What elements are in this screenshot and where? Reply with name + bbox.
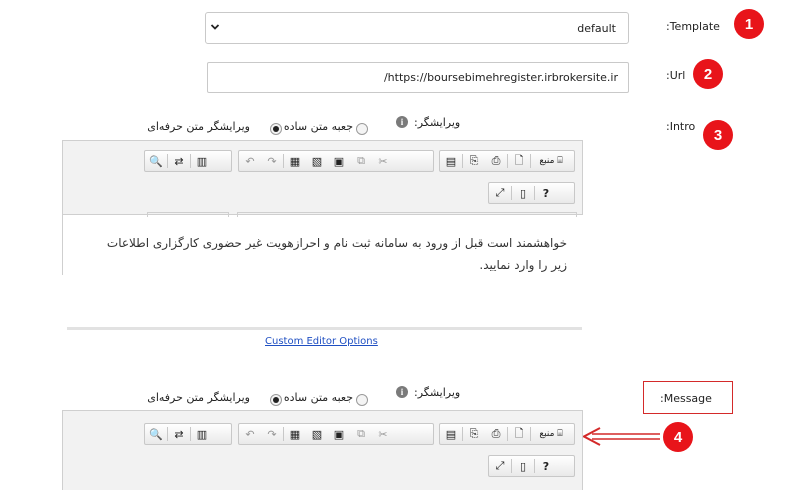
toolbar-group-clipboard: ↶ ↷ ▦ ▧ ▣ ⧉ ✂ — [238, 150, 434, 172]
intro-radio-plain-label: جعبه متن ساده — [283, 120, 353, 133]
intro-editor-bottom-border — [67, 327, 582, 330]
intro-editor-type: i ویرایشگر: جعبه متن ساده ویرایشگر متن ح… — [140, 116, 470, 135]
badge-3: 3 — [703, 120, 733, 150]
templates-icon[interactable]: ▤ — [440, 151, 462, 171]
undo-icon[interactable]: ↶ — [239, 151, 261, 171]
help-label: ? — [542, 186, 550, 200]
preview-icon[interactable]: ⎘ — [463, 424, 485, 444]
badge-2: 2 — [693, 59, 723, 89]
url-label: :Url — [666, 69, 686, 82]
message-radio-plain[interactable] — [356, 394, 368, 406]
redo-icon[interactable]: ↷ — [261, 424, 283, 444]
new-page-icon[interactable]: 🗋 — [508, 151, 530, 171]
find-icon[interactable]: 🔍 — [145, 151, 167, 171]
intro-radio-rich[interactable] — [270, 123, 283, 135]
cut-icon[interactable]: ✂ — [372, 151, 394, 171]
template-select-value: default — [577, 22, 616, 35]
intro-editor-left-border — [62, 215, 63, 275]
paste-word-icon[interactable]: ▦ — [284, 151, 306, 171]
intro-editor-type-label: ویرایشگر: — [414, 116, 461, 129]
custom-editor-options-link[interactable]: Custom Editor Options — [265, 336, 378, 347]
chevron-down-icon — [210, 24, 220, 30]
preview-icon[interactable]: ⎘ — [463, 151, 485, 171]
source-button-label: منبع — [539, 156, 555, 166]
cut-icon[interactable]: ✂ — [372, 424, 394, 444]
intro-radio-rich-label: ویرایشگر متن حرفه‌ای — [147, 120, 250, 133]
find-icon[interactable]: 🔍 — [145, 424, 167, 444]
paste-word-icon[interactable]: ▦ — [284, 424, 306, 444]
help-icon[interactable]: ? — [535, 183, 557, 203]
template-label: :Template — [666, 20, 720, 33]
toolbar-group-document: ▤ ⎘ ⎙ 🗋 منبع ⌸ — [439, 423, 575, 445]
intro-toolbar: ▤ ⎘ ⎙ 🗋 منبع ⌸ ↶ ↷ ▦ ▧ ▣ ⧉ ✂ 🔍 ⇄ ▥ ⤢ ▯ ? — [62, 140, 583, 215]
toolbar-group-find: 🔍 ⇄ ▥ — [144, 423, 232, 445]
url-input[interactable]: /https://boursebimehregister.irbrokersit… — [207, 62, 629, 93]
paste-text-icon[interactable]: ▧ — [306, 151, 328, 171]
toolbar-group-tools: ⤢ ▯ ? — [488, 182, 575, 204]
message-radio-rich[interactable] — [270, 394, 283, 406]
show-blocks-icon[interactable]: ▯ — [512, 183, 534, 203]
source-button[interactable]: منبع ⌸ — [531, 151, 571, 171]
info-icon: i — [396, 386, 408, 398]
print-icon[interactable]: ⎙ — [485, 424, 507, 444]
select-all-icon[interactable]: ▥ — [191, 151, 213, 171]
toolbar-group-document: ▤ ⎘ ⎙ 🗋 منبع ⌸ — [439, 150, 575, 172]
intro-content-area[interactable]: خواهشمند است قبل از ورود به سامانه ثبت ن… — [67, 212, 583, 277]
message-radio-plain-label: جعبه متن ساده — [283, 391, 353, 404]
badge-1: 1 — [734, 9, 764, 39]
arrow-left-icon — [582, 427, 660, 446]
select-all-icon[interactable]: ▥ — [191, 424, 213, 444]
new-page-icon[interactable]: 🗋 — [508, 424, 530, 444]
help-label: ? — [542, 459, 550, 473]
toolbar-group-clipboard: ↶ ↷ ▦ ▧ ▣ ⧉ ✂ — [238, 423, 434, 445]
badge-4: 4 — [663, 422, 693, 452]
toolbar-group-find: 🔍 ⇄ ▥ — [144, 150, 232, 172]
help-icon[interactable]: ? — [535, 456, 557, 476]
paste-icon[interactable]: ▣ — [328, 424, 350, 444]
paste-icon[interactable]: ▣ — [328, 151, 350, 171]
intro-label: :Intro — [666, 120, 696, 133]
style-dropdown-1[interactable] — [147, 212, 229, 217]
undo-icon[interactable]: ↶ — [239, 424, 261, 444]
show-blocks-icon[interactable]: ▯ — [512, 456, 534, 476]
info-icon: i — [396, 116, 408, 128]
maximize-icon[interactable]: ⤢ — [489, 183, 511, 203]
intro-radio-plain[interactable] — [356, 123, 368, 135]
message-toolbar: ▤ ⎘ ⎙ 🗋 منبع ⌸ ↶ ↷ ▦ ▧ ▣ ⧉ ✂ 🔍 ⇄ ▥ ⤢ ▯ ? — [62, 410, 583, 490]
copy-icon[interactable]: ⧉ — [350, 424, 372, 444]
template-select[interactable]: default — [205, 12, 629, 44]
message-radio-rich-label: ویرایشگر متن حرفه‌ای — [147, 391, 250, 404]
style-dropdown-2[interactable] — [237, 212, 577, 217]
paste-text-icon[interactable]: ▧ — [306, 424, 328, 444]
redo-icon[interactable]: ↷ — [261, 151, 283, 171]
maximize-icon[interactable]: ⤢ — [489, 456, 511, 476]
message-editor-type-label: ویرایشگر: — [414, 386, 461, 399]
message-label: :Message — [660, 392, 712, 405]
copy-icon[interactable]: ⧉ — [350, 151, 372, 171]
toolbar-group-tools: ⤢ ▯ ? — [488, 455, 575, 477]
message-editor-type: i ویرایشگر: جعبه متن ساده ویرایشگر متن ح… — [140, 386, 470, 406]
source-button-label: منبع — [539, 429, 555, 439]
source-button[interactable]: منبع ⌸ — [531, 424, 571, 444]
templates-icon[interactable]: ▤ — [440, 424, 462, 444]
url-input-value: /https://boursebimehregister.irbrokersit… — [383, 71, 618, 84]
print-icon[interactable]: ⎙ — [485, 151, 507, 171]
replace-icon[interactable]: ⇄ — [168, 424, 190, 444]
intro-content-text: خواهشمند است قبل از ورود به سامانه ثبت ن… — [106, 236, 567, 272]
replace-icon[interactable]: ⇄ — [168, 151, 190, 171]
